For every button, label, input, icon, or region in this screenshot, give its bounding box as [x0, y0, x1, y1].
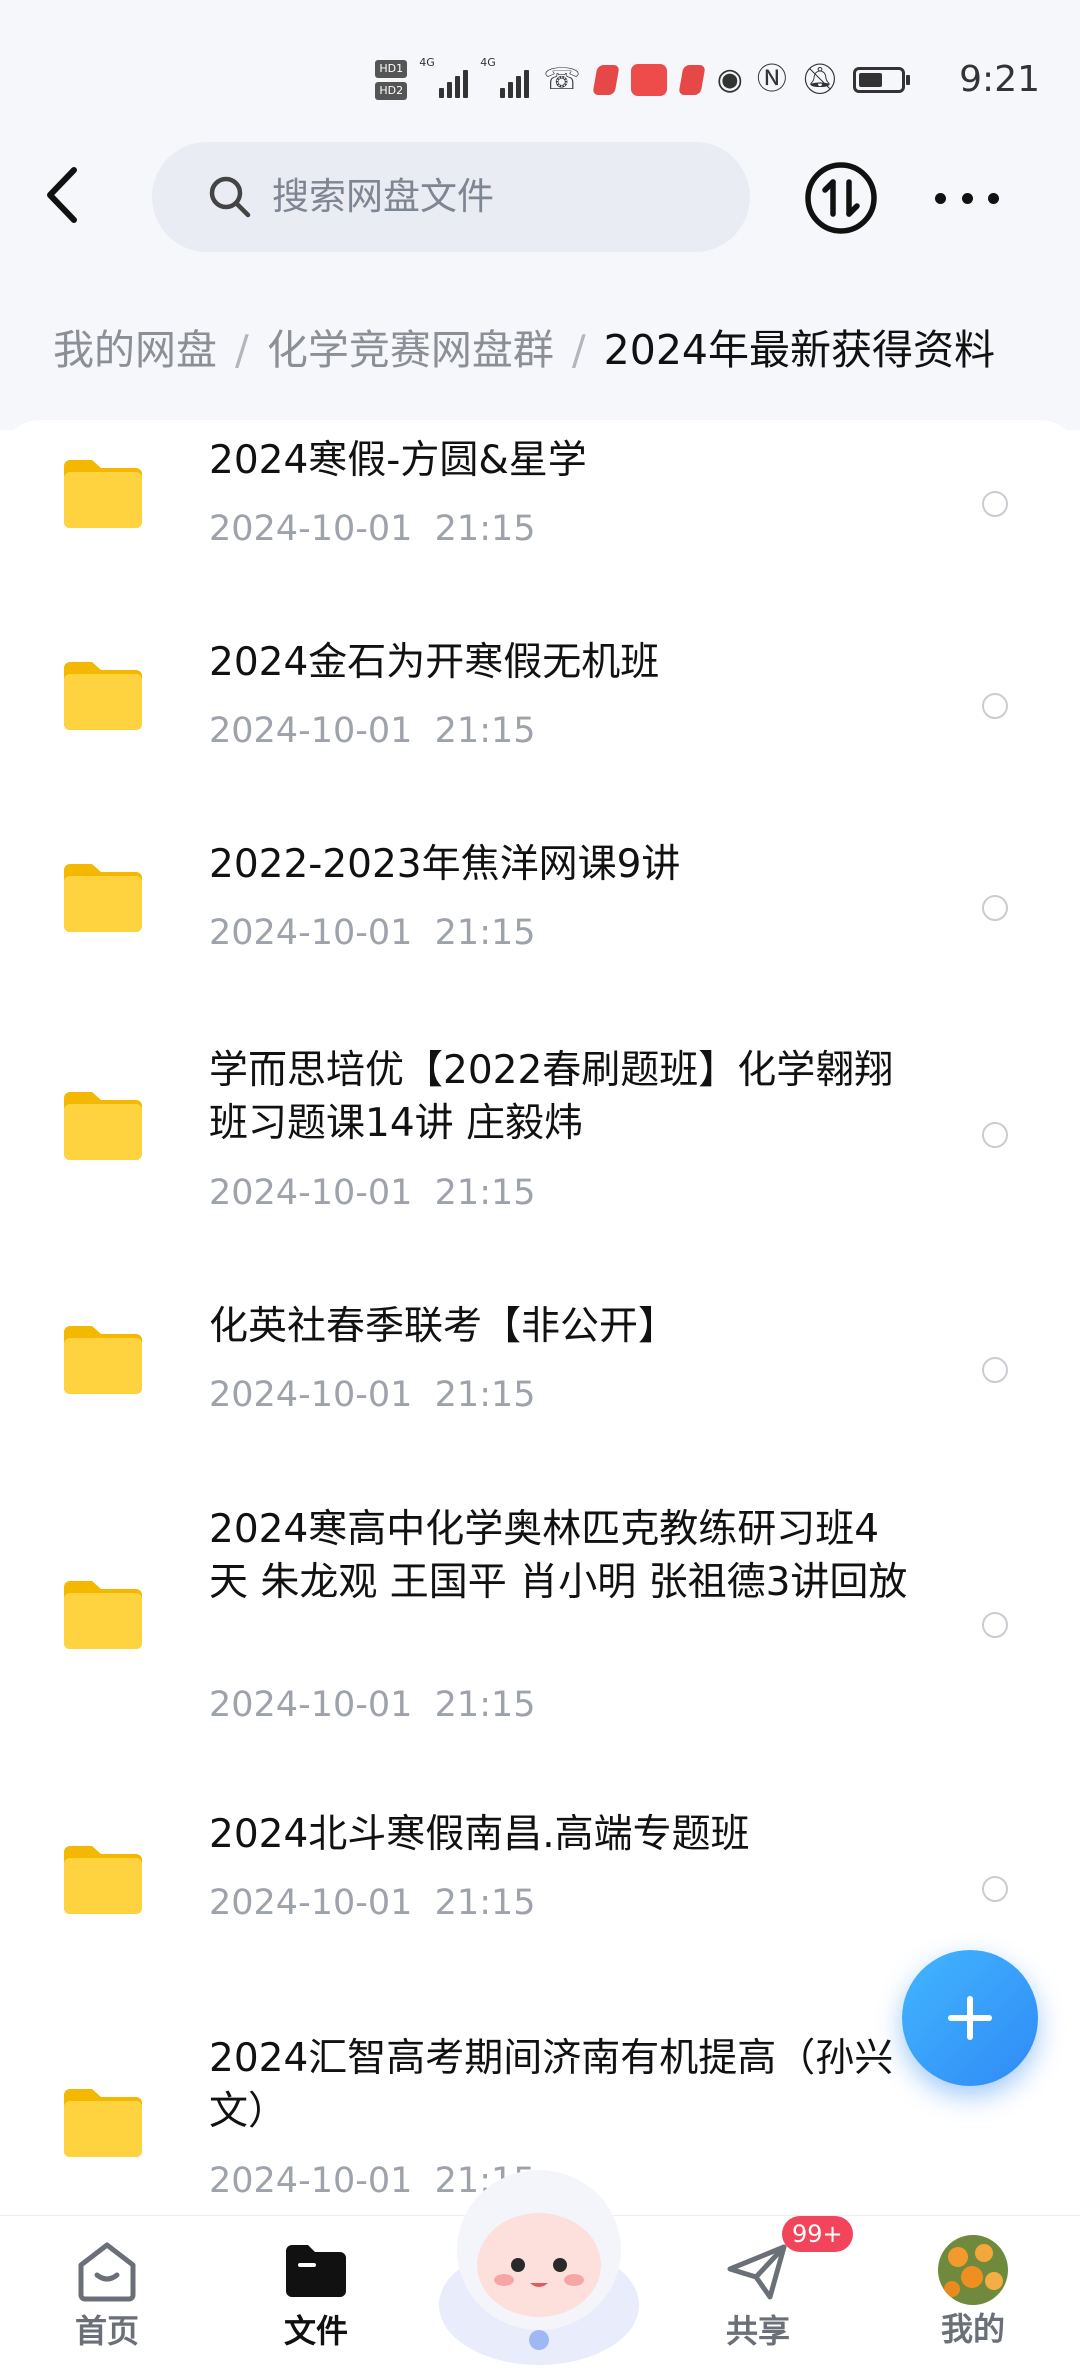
- select-checkbox[interactable]: [982, 1612, 1008, 1638]
- file-date: 2024-10-01 21:15: [209, 509, 536, 549]
- status-icons: HD1 HD2 4G 4G ☏ ◉ Ⓝ 🔕︎: [375, 55, 910, 105]
- folder-icon: [64, 662, 142, 730]
- sim1-label: HD1: [375, 60, 408, 78]
- breadcrumb-item-current: 2024年最新获得资料: [603, 326, 995, 374]
- file-date: 2024-10-01 21:15: [209, 711, 536, 751]
- file-name: 2024寒高中化学奥林匹克教练研习班4天 朱龙观 王国平 肖小明 张祖德3讲回放: [209, 1507, 908, 1605]
- file-name: 2024北斗寒假南昌.高端专题班: [209, 1812, 750, 1857]
- call-icon: ☏: [543, 62, 581, 97]
- select-checkbox[interactable]: [982, 491, 1008, 517]
- file-name: 2024寒假-方圆&星学: [209, 438, 587, 483]
- network-type-2: 4G: [480, 56, 496, 69]
- folder-icon: [64, 2089, 142, 2157]
- file-name: 2024汇智高考期间济南有机提高（孙兴文）: [209, 2036, 894, 2134]
- shop-app-icon: [630, 64, 667, 96]
- transfer-icon: [805, 162, 877, 234]
- select-checkbox[interactable]: [982, 1357, 1008, 1383]
- more-dot-icon: [961, 192, 973, 204]
- file-name: 学而思培优【2022春刷题班】化学翱翔班习题课14讲 庄毅炜: [209, 1048, 894, 1146]
- network-type-1: 4G: [419, 56, 435, 69]
- file-date: 2024-10-01 21:15: [209, 1375, 536, 1415]
- back-arrow-icon: [47, 167, 77, 223]
- more-button[interactable]: [935, 175, 999, 221]
- back-button[interactable]: [40, 160, 90, 230]
- nav-item-files[interactable]: 文件: [246, 2235, 386, 2353]
- search-input[interactable]: 搜索网盘文件: [152, 142, 750, 252]
- transfer-button[interactable]: [803, 160, 879, 236]
- search-icon: [209, 176, 251, 218]
- app-notification-icon: [592, 65, 620, 95]
- notification-badge: 99+: [782, 2216, 853, 2252]
- folder-icon: [64, 1092, 142, 1160]
- app-notification-icon-2: [678, 65, 706, 95]
- nav-label-share: 共享: [725, 2312, 790, 2350]
- select-checkbox[interactable]: [982, 895, 1008, 921]
- folder-icon: [286, 2245, 346, 2297]
- sim-indicators: HD1 HD2: [375, 60, 408, 100]
- file-date: 2024-10-01 21:15: [209, 1685, 536, 1725]
- mascot-assistant-icon[interactable]: [430, 2155, 648, 2365]
- list-item[interactable]: 2024北斗寒假南昌.高端专题班 2024-10-01 21:15: [0, 1796, 1080, 1992]
- file-name: 2022-2023年焦洋网课9讲: [209, 842, 681, 887]
- search-placeholder: 搜索网盘文件: [272, 175, 494, 218]
- file-name: 2024金石为开寒假无机班: [209, 640, 660, 685]
- nav-label-files: 文件: [283, 2312, 348, 2350]
- signal-icon: 4G: [419, 56, 469, 98]
- list-item[interactable]: 2024寒假-方圆&星学 2024-10-01 21:15: [0, 420, 1080, 622]
- list-item[interactable]: 2022-2023年焦洋网课9讲 2024-10-01 21:15: [0, 824, 1080, 1024]
- status-bar: HD1 HD2 4G 4G ☏ ◉ Ⓝ 🔕︎ 9:21: [0, 0, 1080, 150]
- folder-icon: [64, 864, 142, 932]
- list-item[interactable]: 学而思培优【2022春刷题班】化学翱翔班习题课14讲 庄毅炜 2024-10-0…: [0, 1024, 1080, 1282]
- select-checkbox[interactable]: [982, 1876, 1008, 1902]
- battery-icon: [853, 67, 910, 93]
- sim2-label: HD2: [375, 82, 408, 100]
- signal-icon-2: 4G: [480, 56, 530, 98]
- nav-label-me: 我的: [940, 2310, 1005, 2348]
- home-icon: [78, 2242, 136, 2302]
- list-item[interactable]: 2024寒高中化学奥林匹克教练研习班4天 朱龙观 王国平 肖小明 张祖德3讲回放…: [0, 1490, 1080, 1796]
- folder-icon: [64, 1846, 142, 1914]
- more-dot-icon: [935, 192, 946, 204]
- nfc-icon: Ⓝ: [756, 62, 787, 97]
- mute-icon: 🔕︎: [800, 62, 839, 97]
- more-dot-icon: [988, 192, 999, 204]
- nav-item-share[interactable]: 共享: [688, 2235, 828, 2353]
- file-date: 2024-10-01 21:15: [209, 913, 536, 953]
- breadcrumb-separator: /: [235, 326, 249, 374]
- list-item[interactable]: 2024金石为开寒假无机班 2024-10-01 21:15: [0, 622, 1080, 824]
- file-date: 2024-10-01 21:15: [209, 1883, 536, 1923]
- file-name: 化英社春季联考【非公开】: [209, 1304, 678, 1349]
- folder-icon: [64, 1581, 142, 1649]
- clock: 9:21: [959, 59, 1040, 100]
- file-list: 2024寒假-方圆&星学 2024-10-01 21:15 2024金石为开寒假…: [0, 420, 1080, 2215]
- list-item[interactable]: 化英社春季联考【非公开】 2024-10-01 21:15: [0, 1282, 1080, 1490]
- paper-plane-icon: [727, 2244, 787, 2300]
- folder-icon: [64, 1326, 142, 1394]
- select-checkbox[interactable]: [982, 1122, 1008, 1148]
- breadcrumb: 我的网盘 / 化学竞赛网盘群 / 2024年最新获得资料: [53, 310, 995, 390]
- file-date: 2024-10-01 21:15: [209, 1173, 536, 1213]
- nav-item-me[interactable]: 我的: [903, 2235, 1043, 2351]
- breadcrumb-separator: /: [571, 326, 586, 374]
- add-button[interactable]: [902, 1950, 1038, 2086]
- breadcrumb-item-my-drive[interactable]: 我的网盘: [53, 310, 217, 390]
- nav-item-home[interactable]: 首页: [37, 2235, 177, 2353]
- folder-icon: [64, 460, 142, 528]
- breadcrumb-item-group[interactable]: 化学竞赛网盘群: [267, 310, 554, 390]
- select-checkbox[interactable]: [982, 693, 1008, 719]
- nav-label-home: 首页: [74, 2312, 139, 2350]
- avatar-icon: [938, 2235, 1008, 2305]
- eye-icon: ◉: [716, 62, 743, 97]
